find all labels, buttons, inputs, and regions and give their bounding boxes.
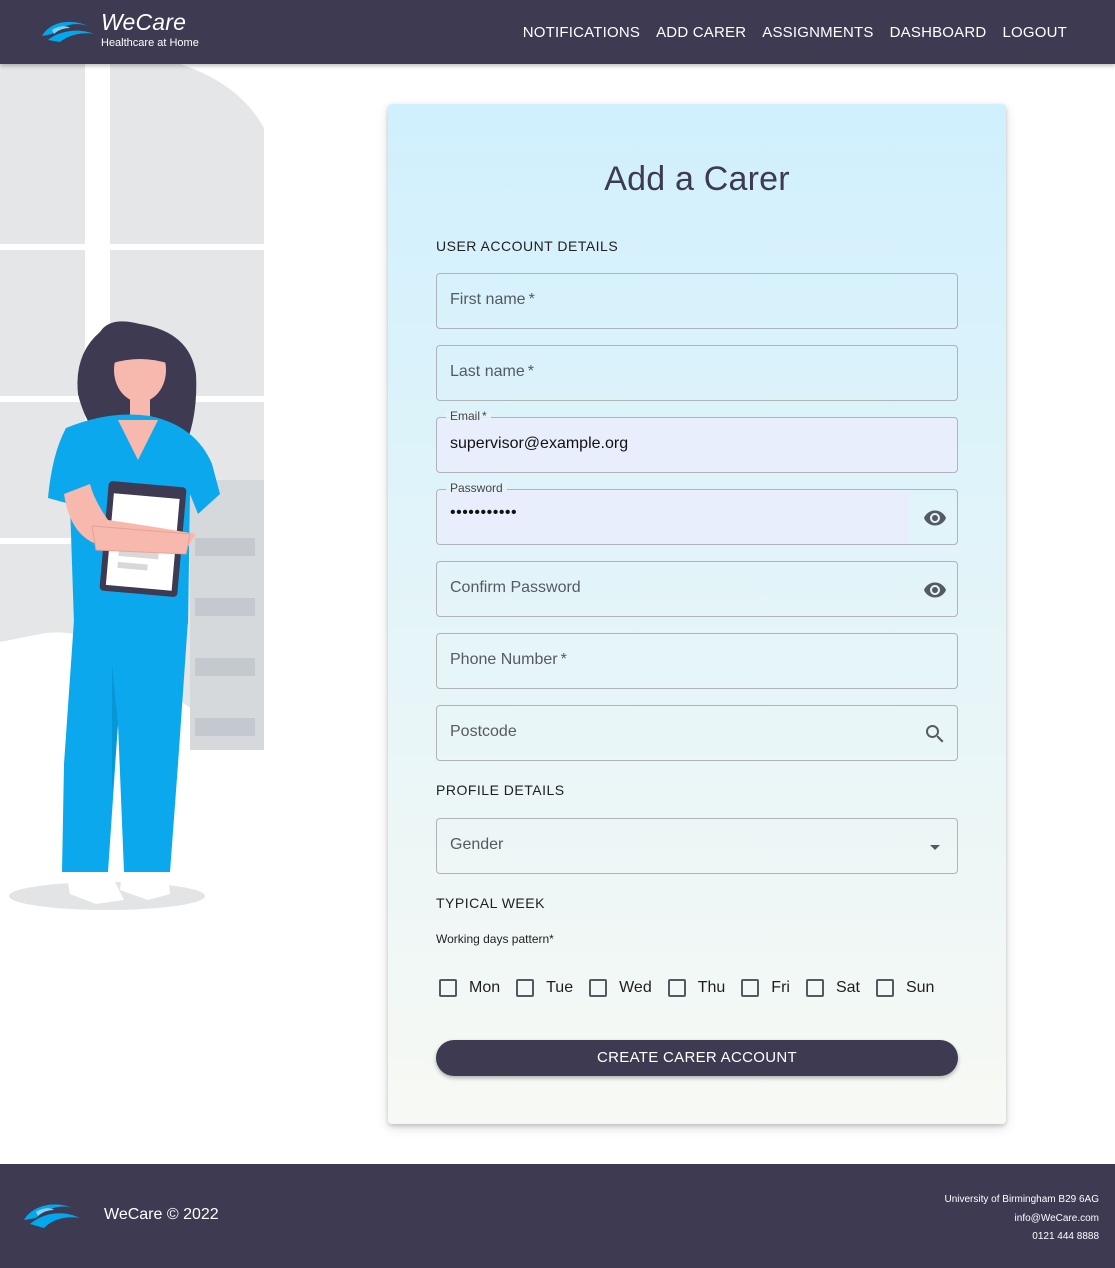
main-nav: NOTIFICATIONS ADD CARER ASSIGNMENTS DASH… (523, 0, 1067, 64)
day-fri[interactable]: Fri (738, 976, 790, 1000)
checkbox[interactable] (741, 979, 760, 997)
day-wed[interactable]: Wed (586, 976, 652, 1000)
first-name-field[interactable]: First name * (436, 273, 958, 329)
footer-copyright: WeCare © 2022 (104, 1206, 219, 1223)
footer-phone: 0121 444 8888 (1032, 1231, 1099, 1242)
checkbox[interactable] (439, 979, 457, 997)
create-carer-account-button[interactable]: CREATE CARER ACCOUNT (436, 1040, 958, 1076)
nurse-illustration (0, 64, 264, 910)
first-name-label: First name * (450, 291, 535, 308)
email-field[interactable]: Email * supervisor@example.org (436, 409, 958, 473)
eye-icon[interactable] (923, 578, 947, 602)
day-thu[interactable]: Thu (665, 976, 725, 1000)
password-field[interactable]: Password ••••••••••• (436, 481, 958, 545)
nav-assignments[interactable]: ASSIGNMENTS (762, 24, 873, 41)
eye-icon[interactable] (923, 506, 947, 530)
working-days-group: Mon Tue Wed Thu Fri Sat Sun (436, 976, 947, 1000)
gender-select[interactable]: Gender (436, 818, 958, 874)
checkbox[interactable] (516, 979, 535, 997)
postcode-field[interactable]: Postcode (436, 705, 958, 761)
search-icon[interactable] (923, 722, 947, 746)
day-sat[interactable]: Sat (803, 976, 860, 1000)
footer: WeCare © 2022 University of Birmingham B… (0, 1164, 1115, 1268)
confirm-password-label: Confirm Password (450, 579, 581, 596)
working-days-label: Working days pattern* (436, 932, 554, 946)
password-value: ••••••••••• (450, 504, 518, 521)
nav-logout[interactable]: LOGOUT (1002, 24, 1067, 41)
nav-add-carer[interactable]: ADD CARER (656, 24, 746, 41)
nav-notifications[interactable]: NOTIFICATIONS (523, 24, 640, 41)
phone-number-field[interactable]: Phone Number * (436, 633, 958, 689)
last-name-label: Last name * (450, 363, 534, 380)
brand-tagline: Healthcare at Home (101, 37, 199, 49)
email-value: supervisor@example.org (450, 435, 629, 452)
nav-dashboard[interactable]: DASHBOARD (890, 24, 987, 41)
footer-email[interactable]: info@WeCare.com (944, 1210, 1099, 1229)
password-label: Password (446, 481, 507, 495)
checkbox[interactable] (875, 979, 894, 997)
wecare-logo-icon (42, 21, 94, 42)
checkbox[interactable] (589, 979, 608, 997)
last-name-field[interactable]: Last name * (436, 345, 958, 401)
checkbox[interactable] (667, 979, 686, 997)
day-tue[interactable]: Tue (513, 976, 573, 1000)
checkbox[interactable] (805, 979, 824, 997)
gender-label: Gender (450, 836, 504, 853)
footer-address: University of Birmingham B29 6AG (944, 1194, 1099, 1205)
section-user-account: USER ACCOUNT DETAILS (436, 238, 619, 254)
dropdown-arrow-icon (930, 845, 940, 850)
confirm-password-field[interactable]: Confirm Password (436, 561, 958, 617)
day-mon[interactable]: Mon (436, 976, 500, 1000)
email-label: Email * (446, 409, 491, 423)
footer-contact: University of Birmingham B29 6AG info@We… (944, 1191, 1099, 1247)
brand-name: WeCare (101, 9, 187, 35)
section-profile-details: PROFILE DETAILS (436, 782, 565, 798)
add-carer-card: Add a Carer USER ACCOUNT DETAILS First n… (388, 104, 1006, 1124)
wecare-logo-icon (24, 1204, 80, 1228)
top-app-bar: WeCare Healthcare at Home NOTIFICATIONS … (0, 0, 1115, 64)
phone-number-label: Phone Number * (450, 651, 567, 668)
section-typical-week: TYPICAL WEEK (436, 895, 545, 911)
day-sun[interactable]: Sun (873, 976, 934, 1000)
brand-text: WeCare Healthcare at Home (101, 8, 199, 50)
postcode-label: Postcode (450, 723, 517, 740)
page-title: Add a Carer (604, 160, 790, 198)
